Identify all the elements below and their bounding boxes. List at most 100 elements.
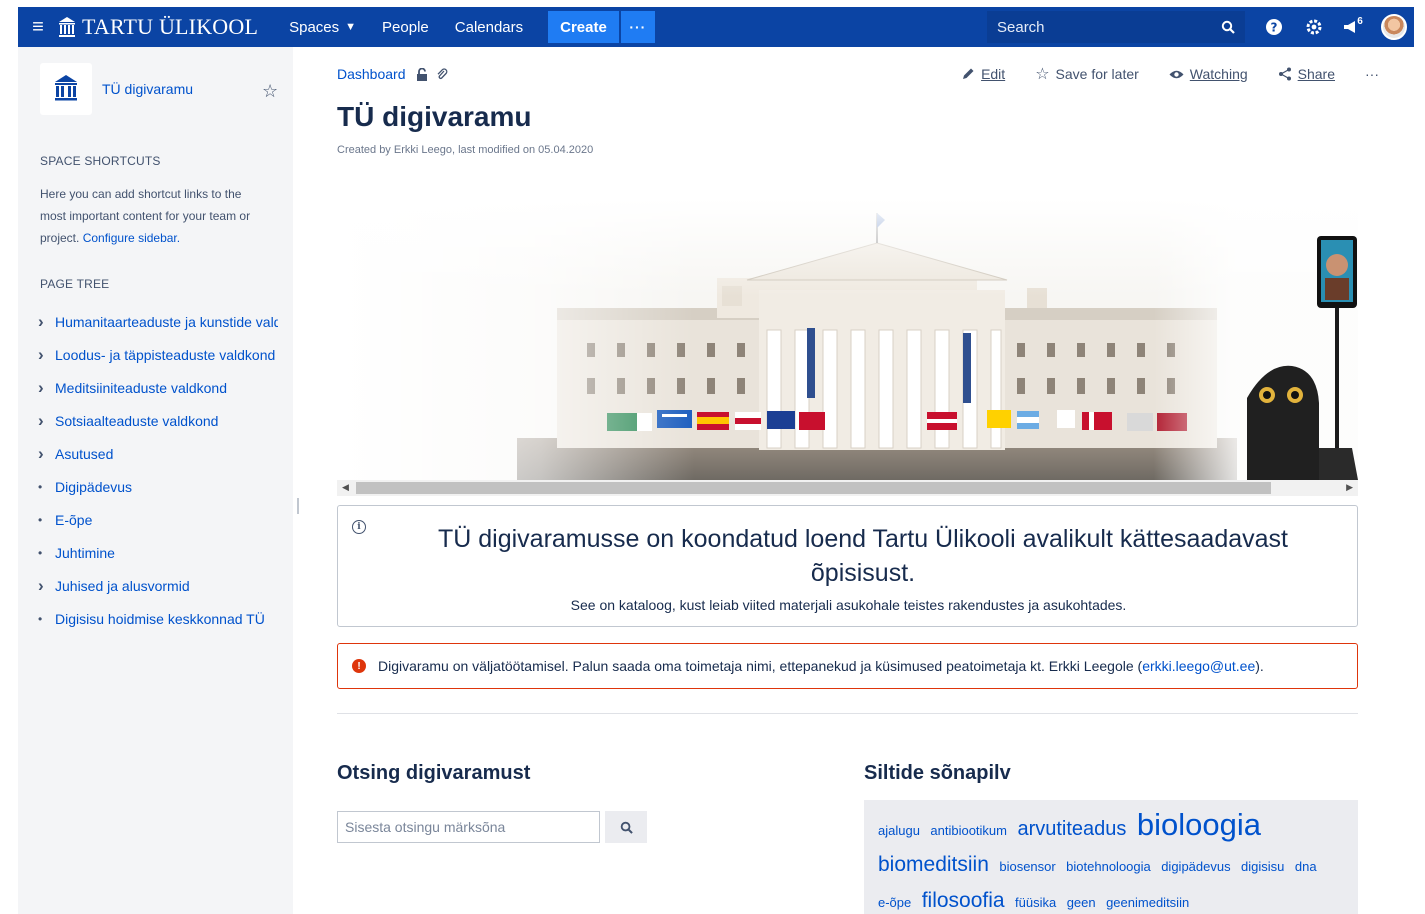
page-title: TÜ digivaramu <box>337 101 532 132</box>
chevron-right-icon[interactable]: › <box>38 312 55 332</box>
page-tree-item[interactable]: • Digipädevus <box>38 470 278 503</box>
tag-link[interactable]: ajalugu <box>878 823 920 838</box>
page-tree-item[interactable]: ›Humanitaarteaduste ja kunstide valdkond <box>38 305 278 338</box>
settings-gear-icon[interactable] <box>1294 18 1334 36</box>
space-name[interactable]: TÜ digivaramu <box>102 81 193 97</box>
chevron-right-icon[interactable]: › <box>38 444 55 464</box>
university-main-building-illustration <box>337 198 1358 480</box>
page-tree-item-label: Asutused <box>55 445 114 462</box>
page-tree-item[interactable]: • E-õpe <box>38 503 278 536</box>
user-avatar[interactable] <box>1374 14 1414 40</box>
hero-banner-image <box>337 198 1358 480</box>
global-search-input[interactable]: Search <box>987 11 1245 43</box>
tag-link[interactable]: digipädevus <box>1161 859 1230 874</box>
bullet-icon: • <box>38 545 43 560</box>
page-tree-item[interactable]: › Sotsiaalteaduste valdkond <box>38 404 278 437</box>
sidebar-resize-handle[interactable] <box>297 498 299 514</box>
nav-people[interactable]: People <box>369 19 442 36</box>
horizontal-scrollbar[interactable]: ◀ ▶ <box>337 480 1358 496</box>
save-for-later-label: Save for later <box>1055 66 1139 82</box>
brand-name: TARTU ÜLIKOOL <box>82 14 259 39</box>
page-tree-item-label: E-õpe <box>55 511 93 528</box>
more-actions-button[interactable]: ··· <box>1365 66 1379 82</box>
university-logo[interactable]: TARTU ÜLIKOOL <box>58 14 258 40</box>
editor-email-link[interactable]: erkki.leego@ut.ee <box>1142 658 1255 674</box>
watching-button[interactable]: Watching <box>1169 66 1248 82</box>
scrollbar-thumb[interactable] <box>356 482 1271 494</box>
page-tree-item[interactable]: • Juhtimine <box>38 536 278 569</box>
tag-link[interactable]: e-õpe <box>878 895 911 910</box>
tag-link[interactable]: digisisu <box>1241 859 1284 874</box>
page-tree-item-label: Juhised ja alusvormid <box>55 577 190 594</box>
search-placeholder: Search <box>997 18 1045 36</box>
repository-search-button[interactable] <box>605 811 647 843</box>
notifications-badge: 6 <box>1357 15 1363 27</box>
watching-label: Watching <box>1189 66 1248 82</box>
nav-spaces[interactable]: Spaces ▼ <box>276 19 369 36</box>
top-navigation-bar: ≡ TARTU ÜLIKOOL Spaces ▼ People Calendar… <box>18 7 1414 47</box>
scroll-left-arrow-icon[interactable]: ◀ <box>342 482 349 493</box>
star-icon[interactable]: ☆ <box>262 81 278 102</box>
page-tree-item[interactable]: › Loodus- ja täppisteaduste valdkond <box>38 338 278 371</box>
svg-text:?: ? <box>1271 21 1278 35</box>
chevron-right-icon[interactable]: › <box>38 378 55 398</box>
share-button[interactable]: Share <box>1278 66 1335 82</box>
page-tree-item-label: Digisisu hoidmise keskkonnad TÜ <box>55 610 265 627</box>
warning-icon: ! <box>352 659 366 673</box>
bullet-icon: • <box>38 479 43 494</box>
page-tree-item[interactable]: • Digisisu hoidmise keskkonnad TÜ <box>38 602 278 635</box>
page-tree-item[interactable]: › Asutused <box>38 437 278 470</box>
notifications-megaphone-icon[interactable]: 6 <box>1334 16 1374 34</box>
tag-link[interactable]: biosensor <box>999 859 1055 874</box>
space-header[interactable]: TÜ digivaramu <box>40 63 193 115</box>
page-tree-item[interactable]: › Meditsiiniteaduste valdkond <box>38 371 278 404</box>
tag-link[interactable]: biotehnoloogia <box>1066 859 1151 874</box>
nav-calendars[interactable]: Calendars <box>442 19 536 36</box>
page-tree: ›Humanitaarteaduste ja kunstide valdkond… <box>38 305 278 635</box>
tag-link[interactable]: bioloogia <box>1137 807 1261 842</box>
share-label: Share <box>1297 66 1335 82</box>
configure-sidebar-link[interactable]: Configure sidebar. <box>83 231 180 245</box>
tag-cloud-heading: Siltide sõnapilv <box>864 762 1011 784</box>
tag-link[interactable]: arvutiteadus <box>1017 818 1126 840</box>
star-outline-icon: ☆ <box>1035 66 1050 83</box>
scroll-right-arrow-icon[interactable]: ▶ <box>1346 482 1353 493</box>
attachment-icon[interactable] <box>436 67 448 81</box>
space-shortcuts-heading: SPACE SHORTCUTS <box>40 154 161 168</box>
bullet-icon: • <box>38 512 43 527</box>
create-button[interactable]: Create <box>548 11 619 43</box>
repository-search-input[interactable] <box>337 811 600 843</box>
eye-icon <box>1169 70 1184 78</box>
tag-link[interactable]: füüsika <box>1015 895 1056 910</box>
chevron-right-icon[interactable]: › <box>38 345 55 365</box>
breadcrumb: Dashboard <box>337 66 448 82</box>
chevron-right-icon[interactable]: › <box>38 576 55 596</box>
pencil-icon <box>963 68 974 79</box>
logo-building-icon <box>59 17 75 37</box>
page-tree-item-label: Meditsiiniteaduste valdkond <box>55 379 227 396</box>
tag-link[interactable]: geen <box>1067 895 1096 910</box>
tag-link[interactable]: dna <box>1295 859 1317 874</box>
search-icon <box>620 821 633 834</box>
tag-link[interactable]: biomeditsiin <box>878 853 989 876</box>
chevron-right-icon[interactable]: › <box>38 411 55 431</box>
tag-link[interactable]: antibiootikum <box>930 823 1007 838</box>
info-panel-title: TÜ digivaramusse on koondatud loend Tart… <box>437 525 1288 587</box>
tag-link[interactable]: filosoofia <box>922 889 1005 912</box>
edit-button[interactable]: Edit <box>961 66 1005 82</box>
edit-label: Edit <box>981 66 1006 82</box>
page-tree-item-label: Loodus- ja täppisteaduste valdkond <box>55 346 276 363</box>
help-icon[interactable]: ? <box>1254 18 1294 36</box>
info-icon: i <box>352 520 366 534</box>
warning-text-end: ). <box>1255 658 1264 674</box>
unlock-icon[interactable] <box>416 67 428 81</box>
warning-text: Digivaramu on väljatöötamisel. Palun saa… <box>378 658 1143 674</box>
menu-icon[interactable]: ≡ <box>18 16 58 39</box>
chevron-down-icon: ▼ <box>345 21 357 33</box>
page-tree-item[interactable]: › Juhised ja alusvormid <box>38 569 278 602</box>
breadcrumb-dashboard[interactable]: Dashboard <box>337 66 406 82</box>
share-icon <box>1278 67 1291 81</box>
tag-link[interactable]: geenimeditsiin <box>1106 895 1189 910</box>
create-more-button[interactable]: ··· <box>620 11 655 43</box>
save-for-later-button[interactable]: ☆ Save for later <box>1035 64 1139 84</box>
